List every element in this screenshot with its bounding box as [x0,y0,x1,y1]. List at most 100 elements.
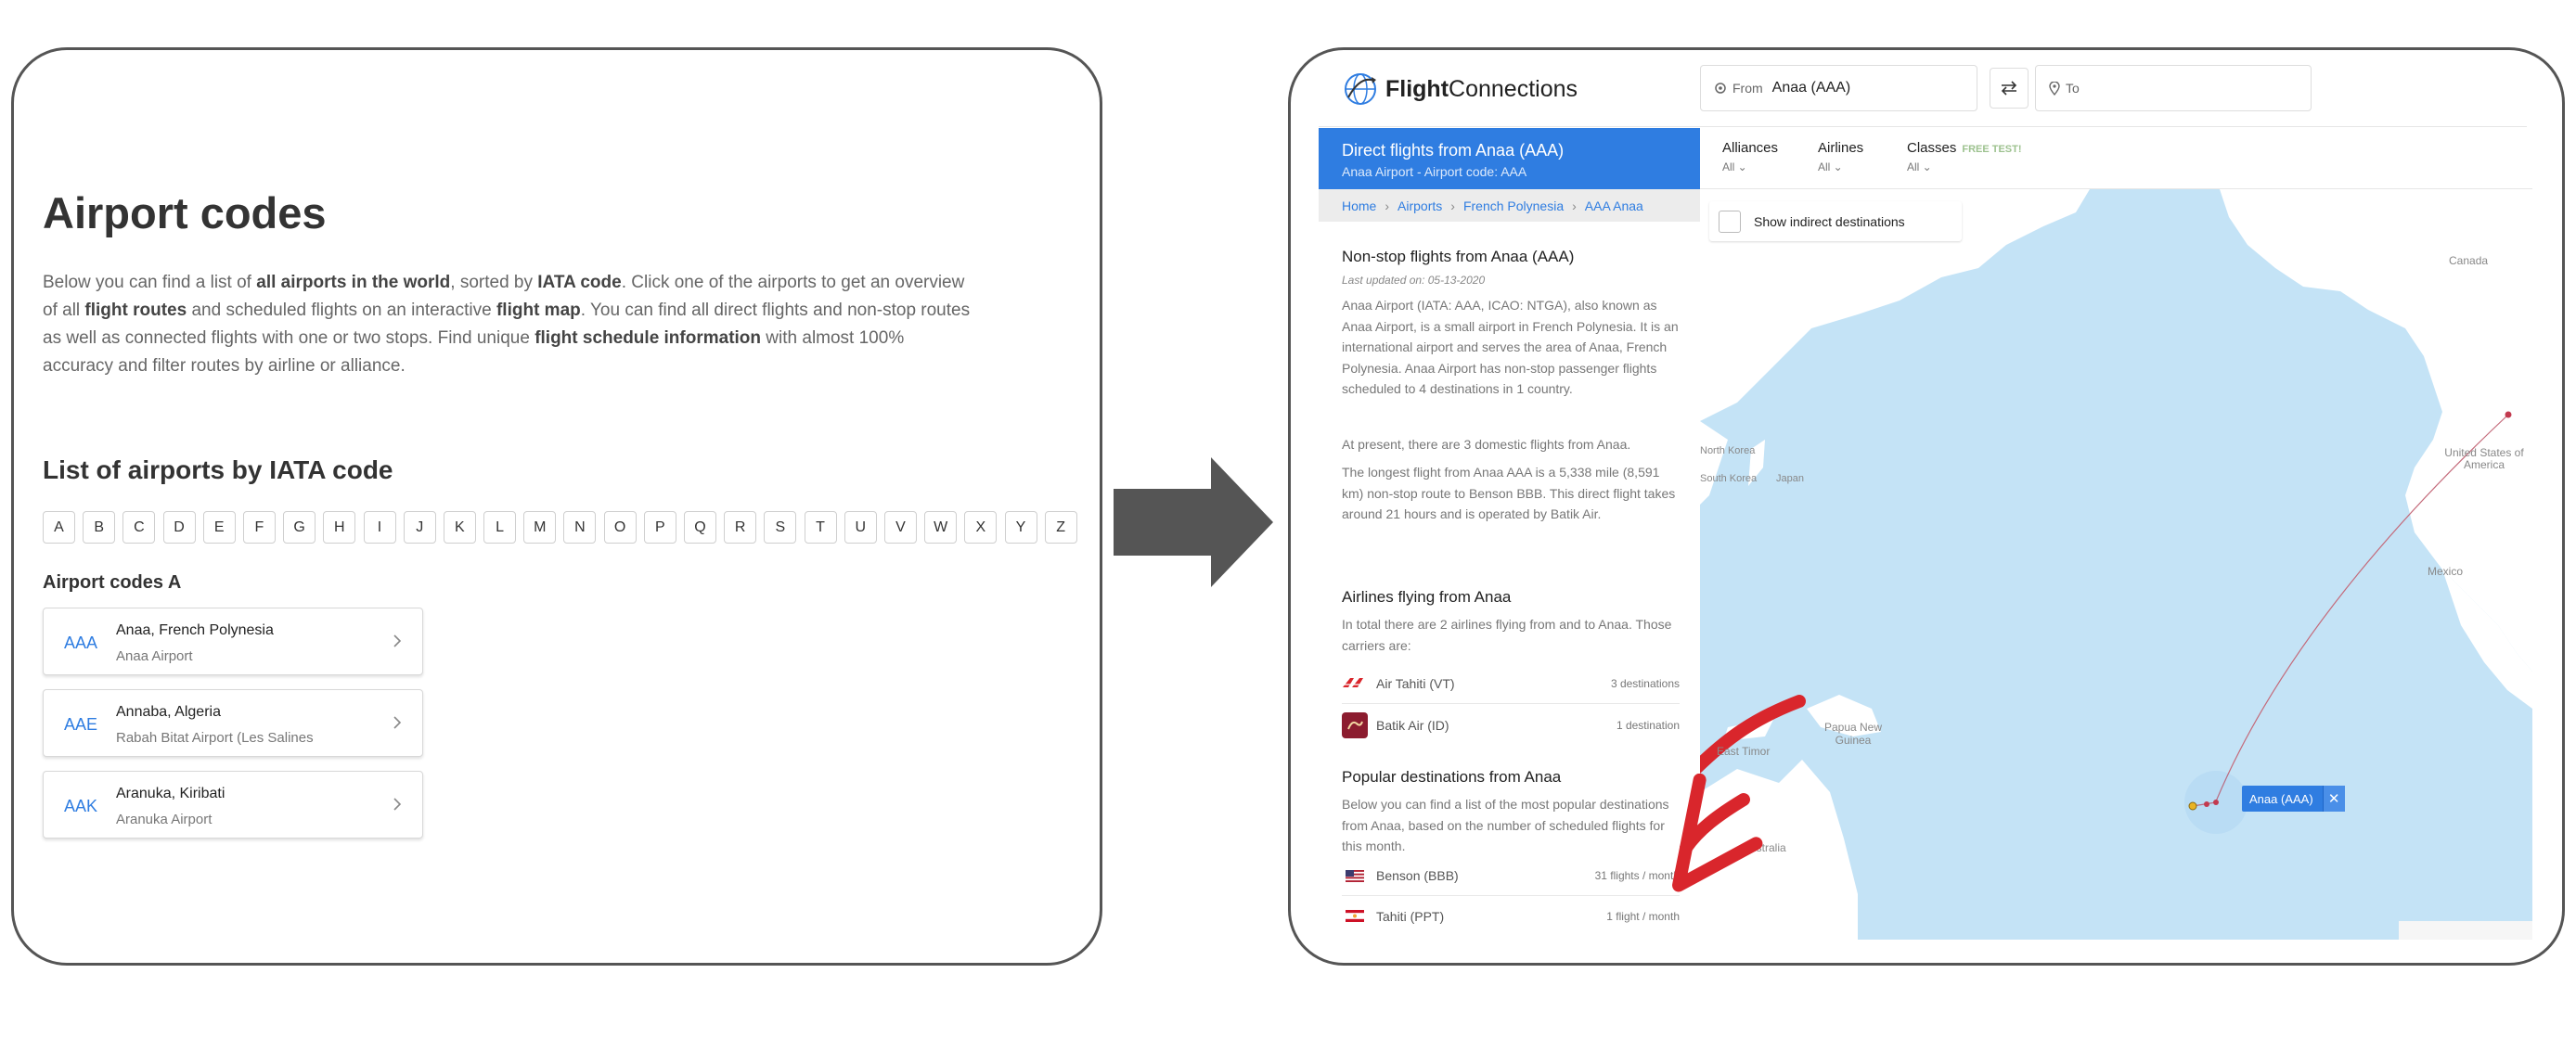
to-search-field[interactable]: To [2035,65,2312,111]
map-area: Alliances All ⌄ Airlines All ⌄ Classes FR… [1700,128,2532,940]
chevron-right-icon [393,798,402,811]
location-pin-icon [2049,81,2060,96]
destination-name: Tahiti (PPT) [1376,908,1445,924]
letter-button-p[interactable]: P [643,511,676,544]
header-divider [1319,126,2527,127]
map-label-east-timor: East Timor [1717,745,1771,758]
breadcrumb-country[interactable]: French Polynesia [1463,198,1564,213]
letter-index: ABCDEFGHIJKLMNOPQRSTUVWXYZ [43,511,1085,544]
letter-button-t[interactable]: T [804,511,837,544]
airlines-intro: In total there are 2 airlines flying fro… [1342,617,1672,653]
show-indirect-label: Show indirect destinations [1754,213,1905,229]
airline-row[interactable]: Air Tahiti (VT) 3 destinations [1342,664,1680,704]
origin-circle-icon [1715,83,1726,94]
letter-button-q[interactable]: Q [684,511,716,544]
longest-flight-text: The longest flight from Anaa AAA is a 5,… [1342,465,1676,521]
destination-row[interactable]: Tahiti (PPT) 1 flight / month [1342,896,1680,936]
letter-button-b[interactable]: B [83,511,116,544]
sidebar-header-subtitle: Anaa Airport - Airport code: AAA [1342,164,1527,179]
letter-button-f[interactable]: F [242,511,276,544]
map-label-north-korea: North Korea [1700,445,1756,456]
airport-city: Annaba, Algeria [116,704,221,720]
intro-bold-text: flight map [496,301,581,320]
letter-button-y[interactable]: Y [1004,511,1037,544]
free-test-badge: FREE TEST! [1962,144,2022,155]
intro-paragraph: Below you can find a list of all airport… [43,269,971,380]
chevron-right-icon [393,634,402,647]
letter-button-e[interactable]: E [202,511,236,544]
airport-city: Aranuka, Kiribati [116,786,225,801]
map-label-south-korea: South Korea [1700,473,1758,484]
list-title: List of airports by IATA code [43,455,393,484]
flightconnections-screenshot: FlightConnections From Anaa (AAA) To Dir… [1288,47,2565,966]
intro-text: and scheduled flights on an interactive [187,301,496,320]
flightconnections-logo[interactable]: FlightConnections [1343,71,1578,107]
letter-button-d[interactable]: D [162,511,196,544]
popular-intro: Below you can find a list of the most po… [1342,797,1669,853]
airport-card-aae[interactable]: AAE Annaba, Algeria Rabah Bitat Airport … [43,689,423,757]
letter-button-n[interactable]: N [563,511,597,544]
airport-card-aak[interactable]: AAK Aranuka, Kiribati Aranuka Airport [43,771,423,839]
map-label-png: Papua New Guinea [1823,721,1883,747]
letter-button-r[interactable]: R [724,511,757,544]
annotation-arrow-icon [1672,774,1763,892]
map-graphic [1700,189,2532,940]
airline-name: Batik Air (ID) [1376,717,1449,733]
letter-button-h[interactable]: H [323,511,356,544]
airport-name: Rabah Bitat Airport (Les Salines [116,730,314,746]
intro-text: Below you can find a list of [43,273,257,292]
letter-button-w[interactable]: W [924,511,958,544]
airport-card-aaa[interactable]: AAA Anaa, French Polynesia Anaa Airport [43,608,423,675]
intro-bold-text: flight routes [84,301,187,320]
letter-button-m[interactable]: M [523,511,557,544]
page-title: Airport codes [43,188,327,237]
letter-button-j[interactable]: J [403,511,436,544]
letter-button-g[interactable]: G [283,511,316,544]
letter-button-o[interactable]: O [603,511,637,544]
us-flag-icon [1342,863,1368,889]
letter-button-u[interactable]: U [844,511,877,544]
sidebar-header-title: Direct flights from Anaa (AAA) [1342,141,1565,160]
sidebar-header: Direct flights from Anaa (AAA) Anaa Airp… [1319,128,1700,189]
map-label-usa: United States of America [2444,446,2524,471]
letter-button-s[interactable]: S [764,511,797,544]
letter-button-a[interactable]: A [43,511,75,544]
brand-name: FlightConnections [1385,75,1578,102]
letter-button-x[interactable]: X [964,511,998,544]
last-updated: Last updated on: 05-13-2020 [1342,274,1486,287]
chevron-right-icon [393,716,402,729]
airport-description: Anaa Airport (IATA: AAA, ICAO: NTGA), al… [1342,298,1679,396]
indirect-checkbox[interactable] [1719,210,1741,233]
from-label: From [1732,81,1763,96]
show-indirect-toggle[interactable]: Show indirect destinations [1709,201,1962,241]
destination-row[interactable]: Benson (BBB) 31 flights / month [1342,856,1680,896]
letter-button-v[interactable]: V [883,511,917,544]
selected-airport-pin[interactable]: Anaa (AAA) ✕ [2242,786,2345,812]
airline-row[interactable]: Batik Air (ID) 1 destination [1342,705,1680,745]
classes-filter[interactable]: Classes FREE TEST! All ⌄ [1907,140,2022,173]
airport-name: Aranuka Airport [116,812,213,827]
letter-button-l[interactable]: L [483,511,517,544]
pin-label-text: Anaa (AAA) [2249,791,2313,806]
letter-button-z[interactable]: Z [1044,511,1077,544]
close-icon[interactable]: ✕ [2322,786,2345,812]
airport-city: Anaa, French Polynesia [116,622,274,638]
airline-name: Air Tahiti (VT) [1376,676,1455,691]
breadcrumb-airport[interactable]: AAA Anaa [1585,198,1643,213]
french-polynesia-flag-icon [1342,903,1368,929]
swap-arrows-icon [2001,81,2017,96]
letter-button-i[interactable]: I [363,511,396,544]
breadcrumb-home[interactable]: Home [1342,198,1376,213]
nonstop-title: Non-stop flights from Anaa (AAA) [1342,248,1575,265]
to-label: To [2066,81,2080,96]
destination-frequency: 1 flight / month [1606,909,1680,923]
airlines-filter[interactable]: Airlines All ⌄ [1818,140,1863,173]
airport-code: AAK [64,797,98,815]
breadcrumb-airports[interactable]: Airports [1397,198,1442,213]
letter-button-k[interactable]: K [443,511,476,544]
route-map[interactable]: Show indirect destinations Canada United… [1700,189,2532,940]
alliances-filter[interactable]: Alliances All ⌄ [1722,140,1778,173]
swap-button[interactable] [1990,68,2029,109]
from-search-field[interactable]: From Anaa (AAA) [1700,65,1977,111]
letter-button-c[interactable]: C [122,511,156,544]
